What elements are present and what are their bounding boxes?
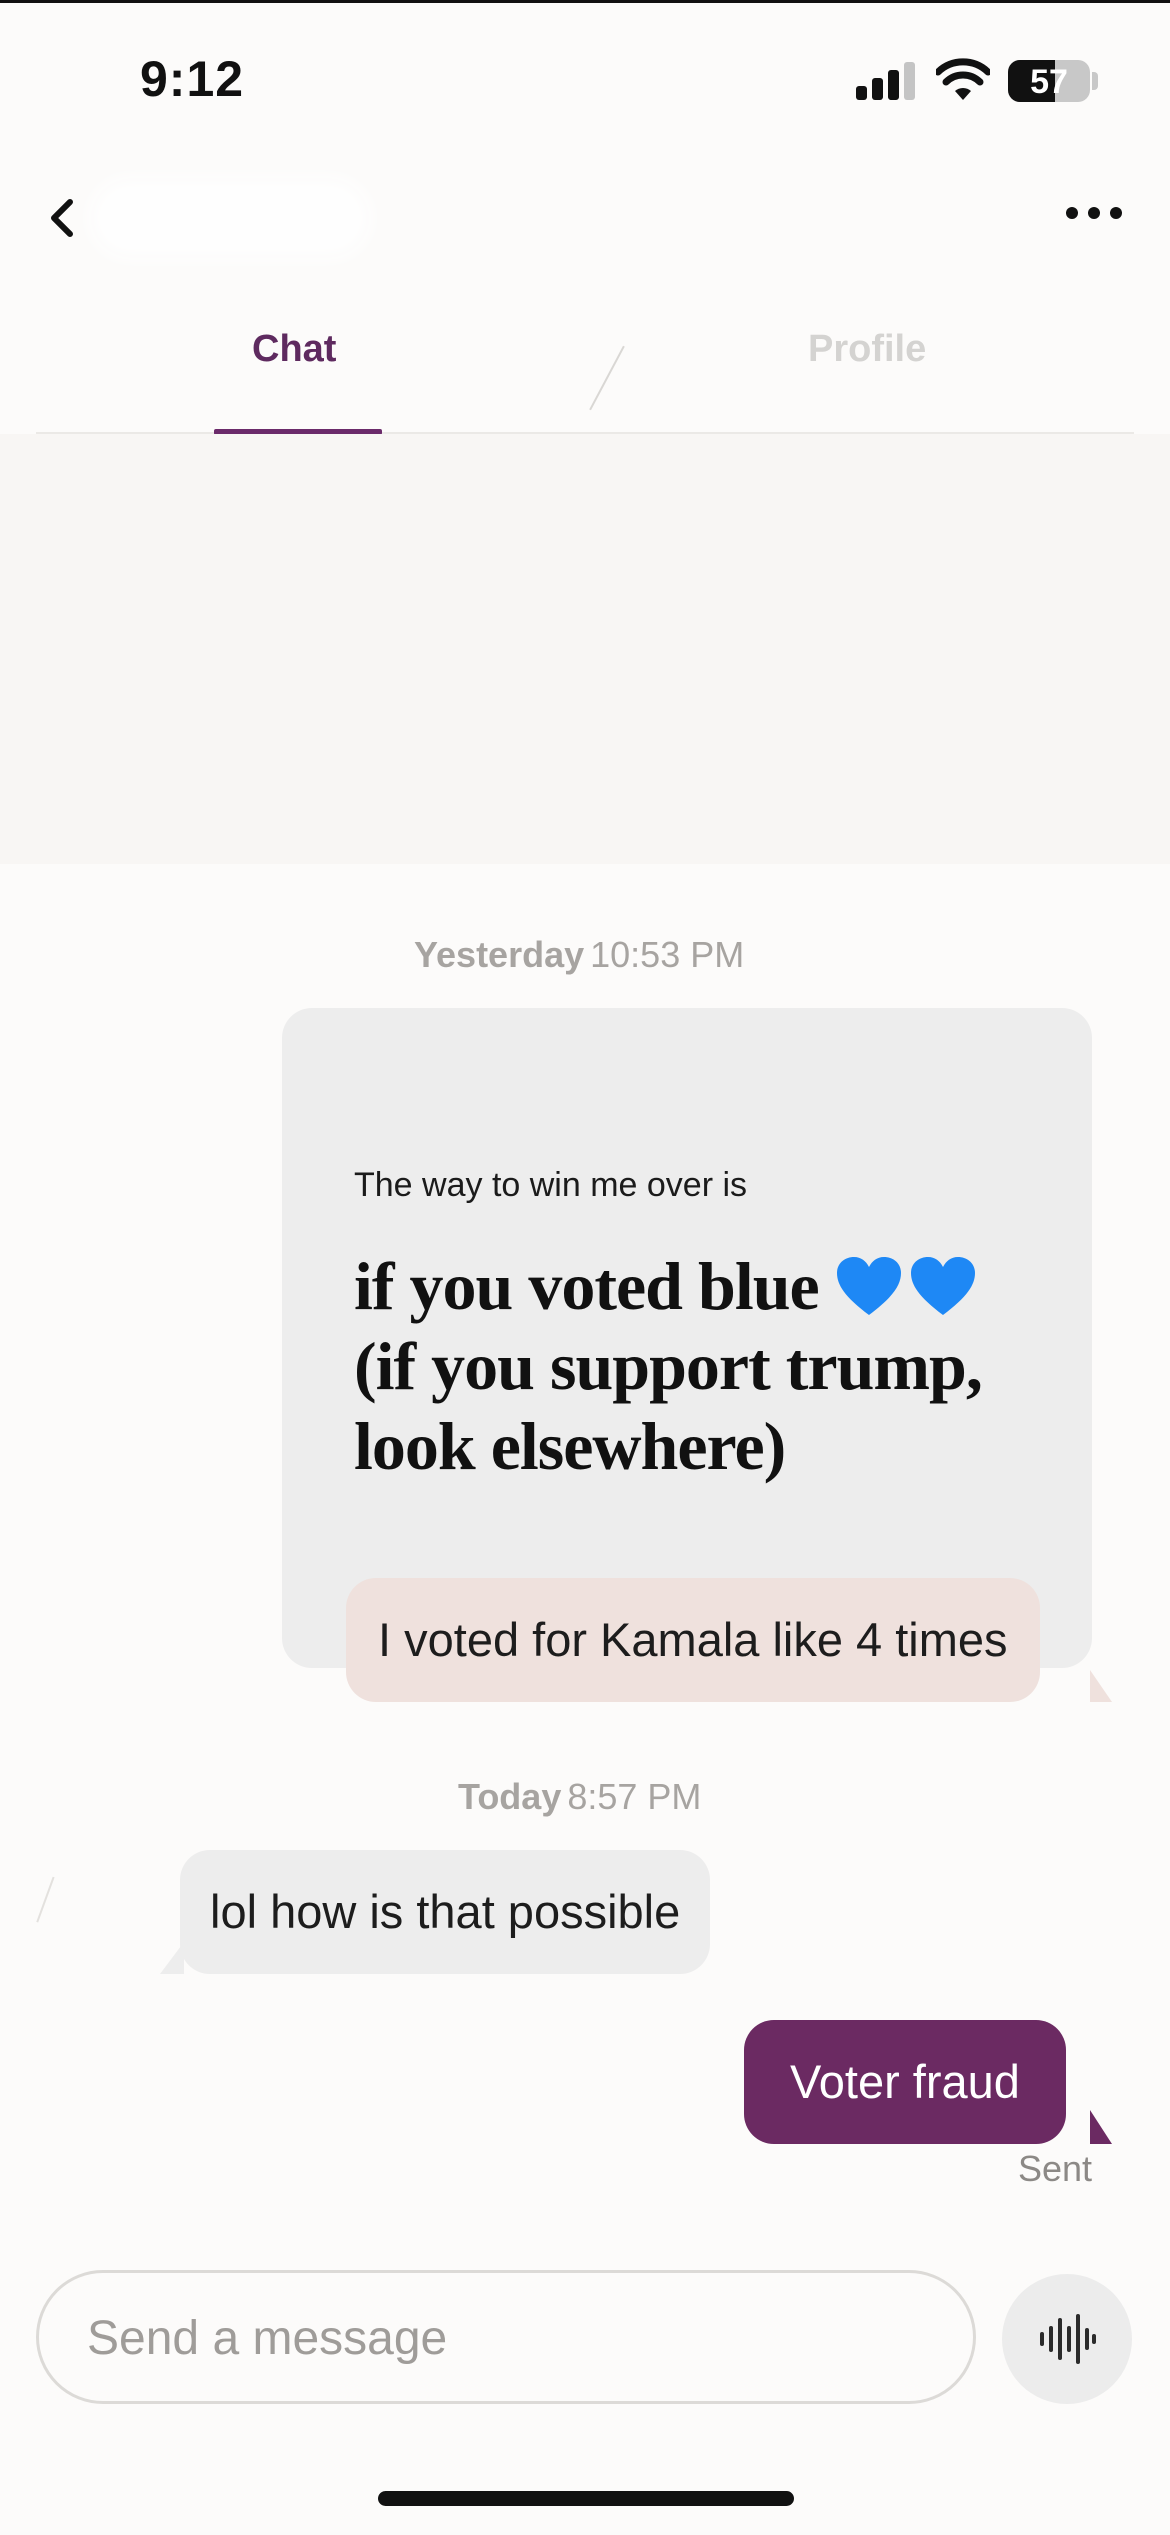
timestamp-day: Yesterday — [414, 934, 585, 975]
chat-header — [0, 160, 1170, 270]
prompt-question: The way to win me over is — [354, 1166, 748, 1204]
cellular-signal-icon — [856, 62, 916, 100]
heart-icon — [910, 1257, 975, 1315]
timestamp-today: Today 8:57 PM — [458, 1776, 701, 1818]
tab-profile[interactable]: Profile — [808, 328, 926, 371]
battery-percentage: 57 — [1030, 63, 1068, 101]
received-message-bubble[interactable]: lol how is that possible — [180, 1850, 711, 1974]
battery-icon: 57 — [1008, 60, 1090, 102]
voice-note-button[interactable] — [1002, 2274, 1132, 2404]
tab-divider — [589, 345, 625, 411]
prompt-reply-bubble[interactable]: I voted for Kamala like 4 times — [346, 1578, 1040, 1702]
more-icon[interactable] — [1066, 198, 1130, 228]
conversation-empty-space — [0, 434, 1170, 864]
sent-message-bubble[interactable]: Voter fraud — [744, 2020, 1066, 2144]
status-time: 9:12 — [140, 51, 245, 107]
battery-cap — [1092, 72, 1098, 90]
back-chevron-icon[interactable] — [38, 190, 88, 246]
message-input[interactable] — [85, 2305, 929, 2371]
message-composer[interactable] — [36, 2270, 976, 2404]
wifi-icon — [936, 58, 990, 100]
conversation[interactable]: Yesterday 10:53 PM The way to win me over… — [0, 434, 1170, 2234]
voice-note-icon — [1040, 2314, 1096, 2364]
bubble-tail — [1090, 2110, 1112, 2144]
bubble-tail — [1090, 1670, 1112, 1702]
tab-chat[interactable]: Chat — [252, 328, 336, 371]
blue-hearts — [835, 1255, 977, 1317]
heart-icon — [836, 1257, 901, 1315]
home-indicator[interactable] — [378, 2491, 794, 2506]
prompt-answer: if you voted blue (if you support trump,… — [354, 1248, 983, 1484]
bubble-tail — [160, 1942, 184, 1974]
timestamp-time: 8:57 PM — [567, 1776, 702, 1817]
timestamp-yesterday: Yesterday 10:53 PM — [414, 934, 744, 976]
timestamp-time: 10:53 PM — [590, 934, 745, 975]
status-bar: 9:12 57 — [0, 0, 1170, 150]
match-name-redacted — [100, 188, 360, 248]
chat-profile-tabs: Chat Profile — [36, 290, 1134, 435]
prompt-card[interactable]: The way to win me over is if you voted b… — [282, 1008, 1092, 1668]
timestamp-day: Today — [458, 1776, 562, 1817]
avatar[interactable] — [36, 1876, 68, 1928]
sent-status: Sent — [1017, 2148, 1092, 2189]
